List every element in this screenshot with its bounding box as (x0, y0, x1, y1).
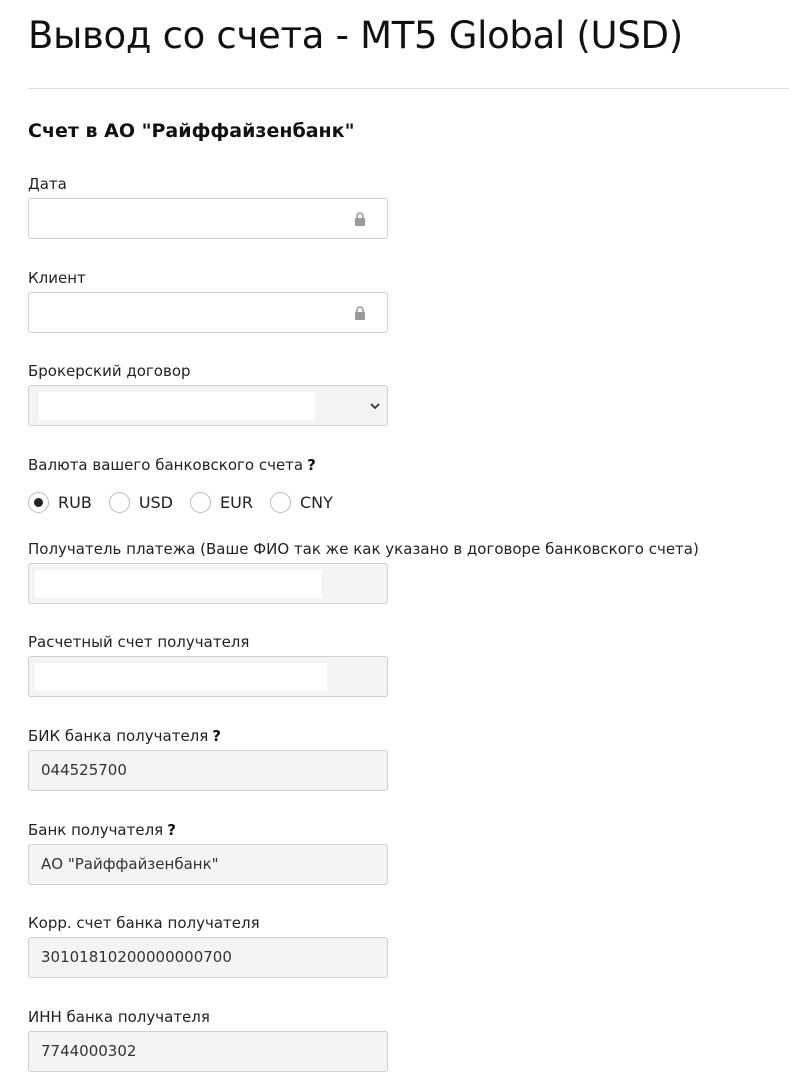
broker-contract-field-group: Брокерский договор (28, 361, 388, 426)
corr-account-field-group: Корр. счет банка получателя 301018102000… (28, 913, 388, 978)
radio-usd[interactable] (108, 491, 130, 513)
client-field-group: Клиент (28, 268, 388, 333)
bik-field-group: БИК банка получателя? 044525700 (28, 726, 388, 791)
corr-account-label: Корр. счет банка получателя (28, 914, 260, 932)
currency-option-eur[interactable]: EUR (190, 491, 253, 513)
date-input[interactable] (28, 198, 388, 239)
bank-input[interactable]: АО "Райффайзенбанк" (28, 844, 388, 885)
bik-help-icon[interactable]: ? (212, 726, 221, 746)
lock-icon (355, 306, 365, 320)
account-input[interactable] (28, 656, 388, 697)
corr-account-input[interactable]: 30101810200000000700 (28, 937, 388, 978)
recipient-field-group: Получатель платежа (Ваше ФИО так же как … (28, 539, 699, 604)
account-label: Расчетный счет получателя (28, 633, 250, 651)
radio-usd-label: USD (138, 492, 173, 512)
currency-help-icon[interactable]: ? (307, 455, 316, 475)
lock-icon (355, 212, 365, 226)
currency-option-rub[interactable]: RUB (28, 491, 92, 513)
currency-label: Валюта вашего банковского счета? (28, 455, 388, 479)
section-title: Счет в АО "Райффайзенбанк" (28, 120, 355, 142)
radio-cny[interactable] (269, 491, 291, 513)
currency-option-usd[interactable]: USD (108, 491, 173, 513)
account-field-group: Расчетный счет получателя (28, 632, 388, 697)
chevron-down-icon (370, 403, 380, 410)
header-divider (28, 88, 789, 89)
radio-eur-label: EUR (220, 492, 253, 512)
bik-label-text: БИК банка получателя (28, 727, 209, 745)
inn-field-group: ИНН банка получателя 7744000302 (28, 1007, 388, 1072)
bik-label: БИК банка получателя? (28, 726, 388, 750)
redacted-area (35, 570, 321, 598)
radio-rub-label: RUB (58, 492, 92, 512)
bank-value: АО "Райффайзенбанк" (41, 855, 219, 873)
inn-input[interactable]: 7744000302 (28, 1031, 388, 1072)
bank-label-text: Банк получателя (28, 821, 164, 839)
bank-field-group: Банк получателя? АО "Райффайзенбанк" (28, 820, 388, 885)
page-title: Вывод со счета - MT5 Global (USD) (28, 14, 683, 57)
bank-help-icon[interactable]: ? (167, 820, 176, 840)
currency-option-cny[interactable]: CNY (269, 491, 333, 513)
inn-value: 7744000302 (41, 1042, 137, 1060)
broker-contract-select[interactable] (28, 385, 388, 426)
client-label: Клиент (28, 269, 86, 287)
radio-cny-label: CNY (299, 492, 333, 512)
recipient-input[interactable] (28, 563, 388, 604)
corr-account-value: 30101810200000000700 (41, 948, 232, 966)
bik-input[interactable]: 044525700 (28, 750, 388, 791)
radio-eur[interactable] (190, 491, 211, 513)
broker-contract-label: Брокерский договор (28, 362, 191, 380)
radio-rub[interactable] (28, 491, 49, 513)
currency-label-text: Валюта вашего банковского счета (28, 456, 304, 474)
bank-label: Банк получателя? (28, 820, 388, 844)
currency-field-group: Валюта вашего банковского счета? (28, 455, 388, 479)
recipient-label: Получатель платежа (Ваше ФИО так же как … (28, 540, 699, 558)
bik-value: 044525700 (41, 761, 127, 779)
date-label: Дата (28, 175, 67, 193)
client-input[interactable] (28, 292, 388, 333)
date-field-group: Дата (28, 174, 388, 239)
inn-label: ИНН банка получателя (28, 1008, 210, 1026)
redacted-area (35, 663, 327, 691)
currency-radio-group: RUB USD EUR CNY (28, 488, 350, 516)
redacted-area (39, 392, 315, 420)
